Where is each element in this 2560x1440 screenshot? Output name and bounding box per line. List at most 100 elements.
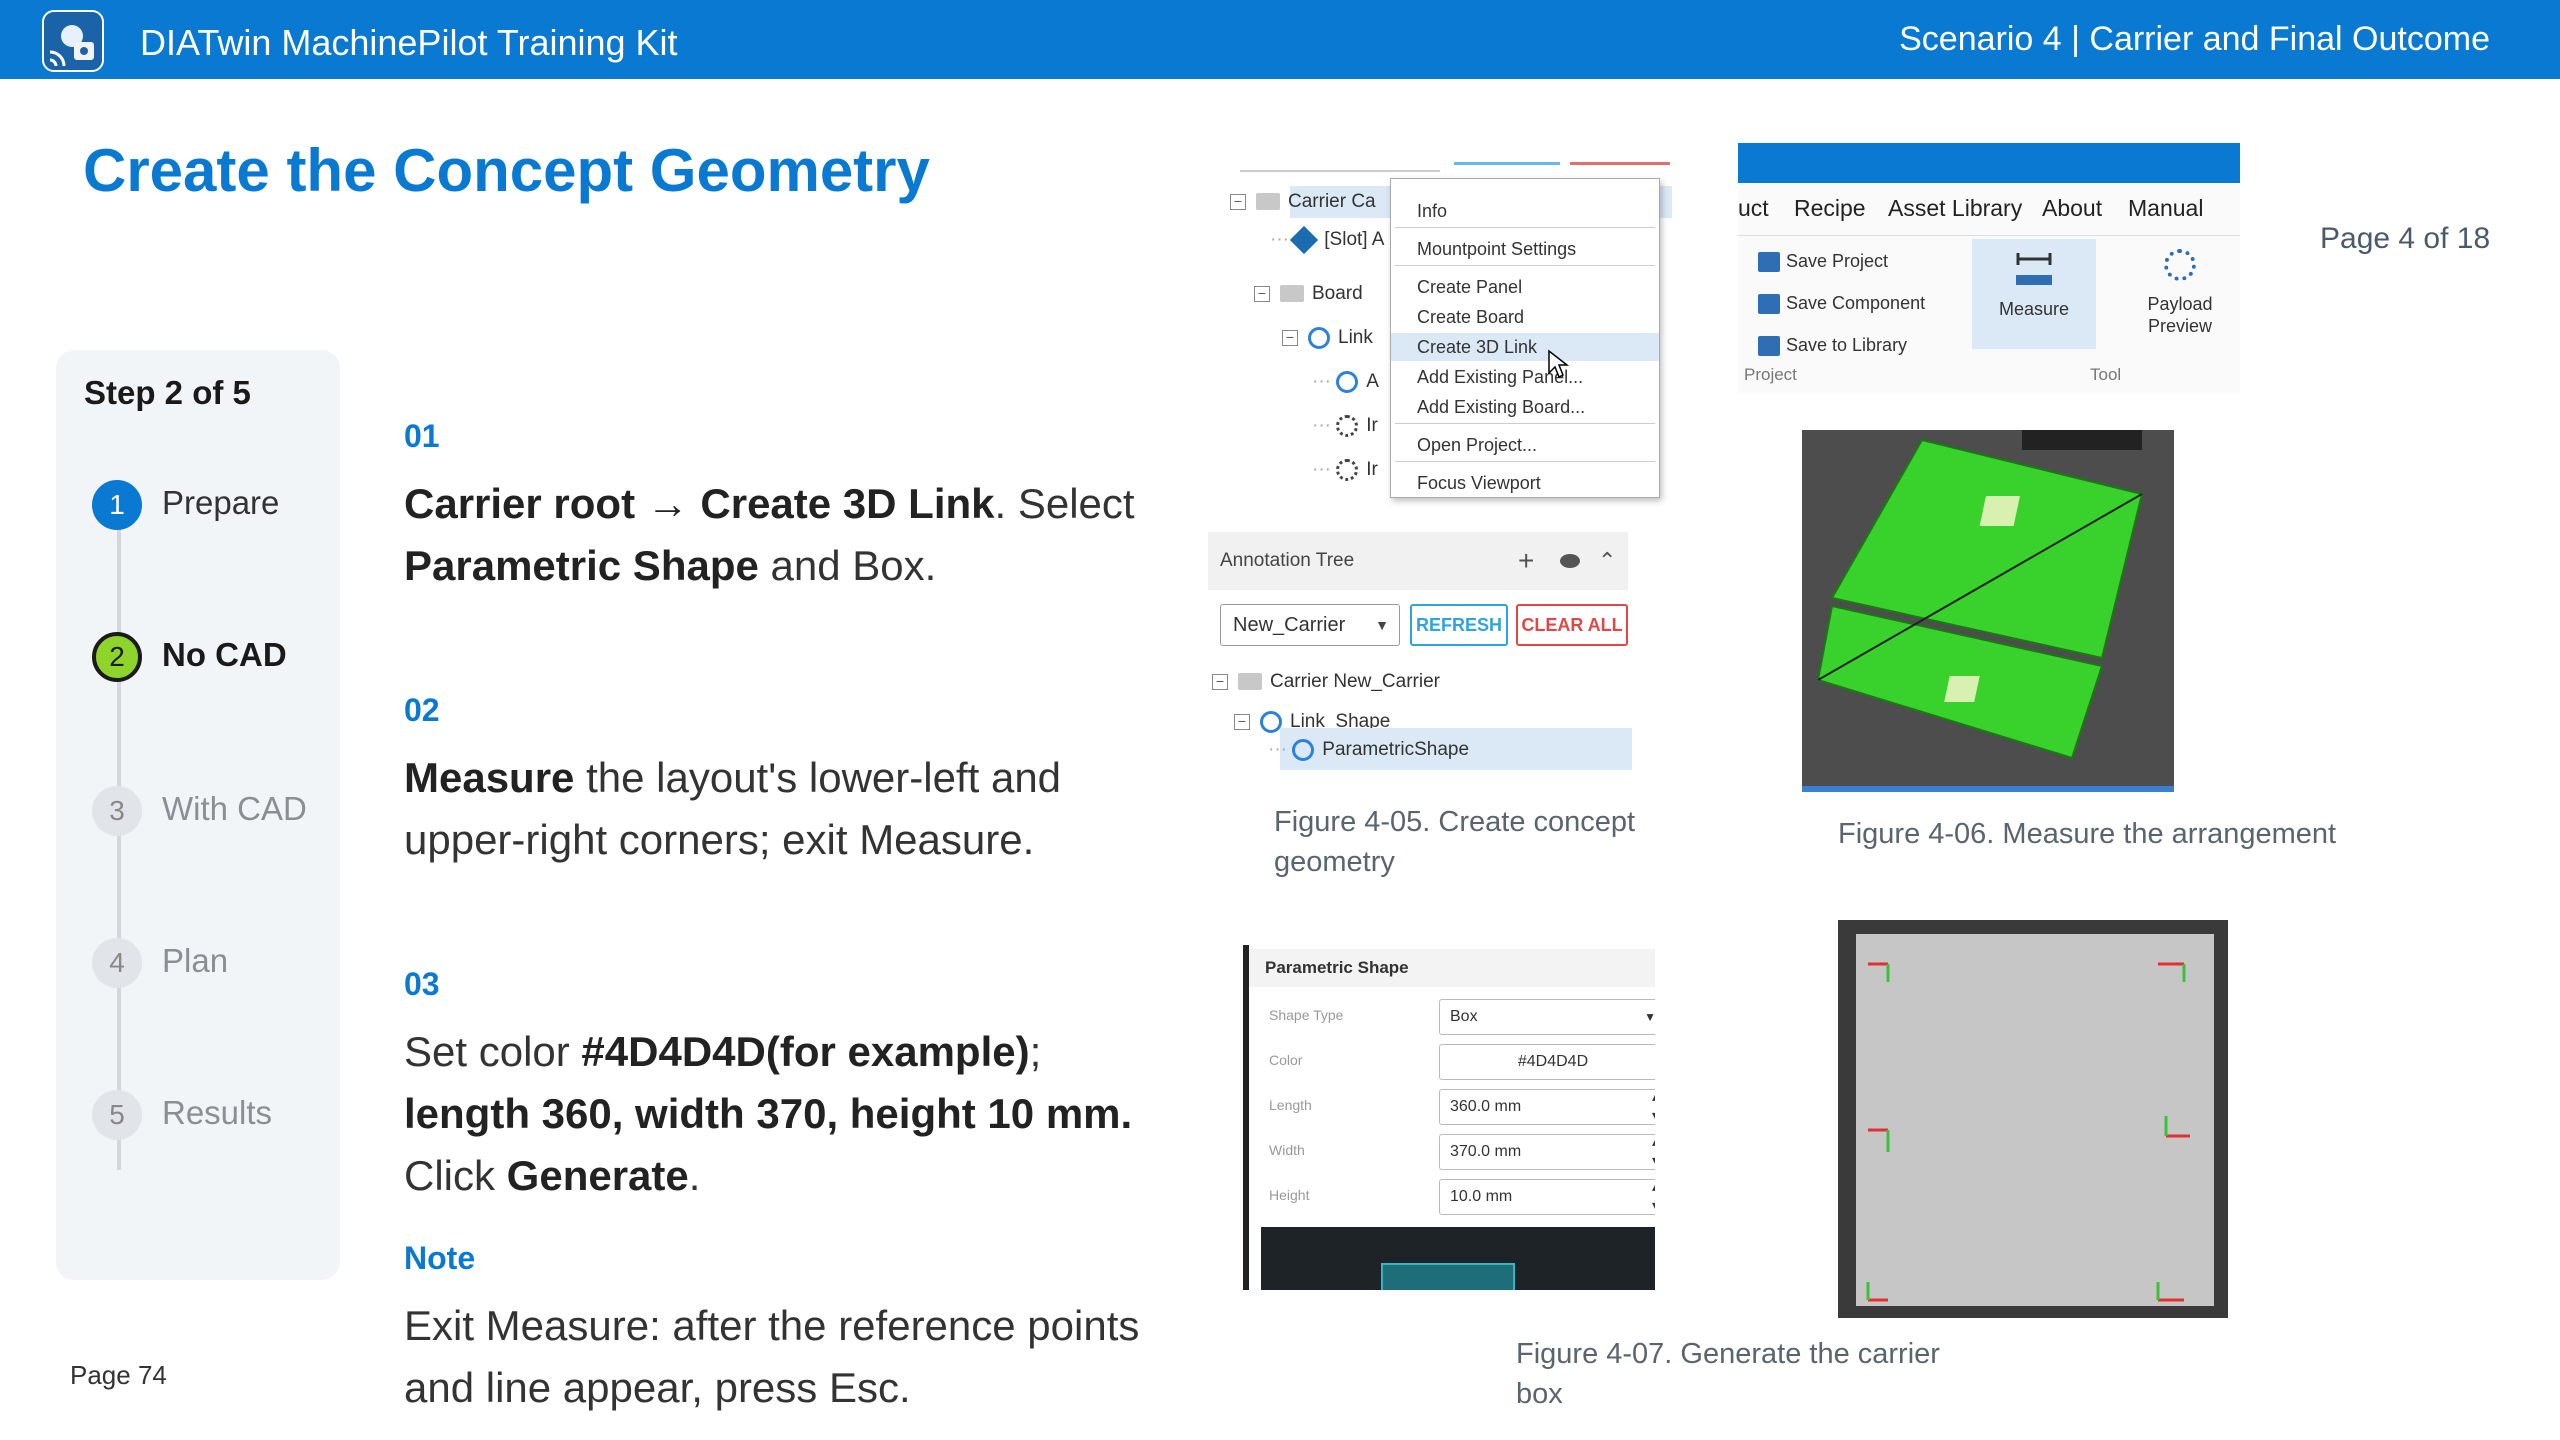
height-input[interactable]: 10.0 mm▴▾: [1439, 1179, 1655, 1215]
note-label: Note: [404, 1240, 476, 1276]
component-icon: [1336, 458, 1359, 481]
instruction-step-01: 01 Carrier root → Create 3D Link. Select…: [404, 418, 1174, 597]
menu-item-add-existing-board[interactable]: Add Existing Board...: [1391, 393, 1659, 421]
step-sidebar: Step 2 of 5 1 Prepare 2 No CAD 3 With CA…: [56, 350, 340, 1280]
step-plan[interactable]: 4 Plan: [92, 938, 332, 994]
header-bar: DIATwin MachinePilot Training Kit Scenar…: [0, 0, 2560, 79]
figure-ribbon-toolbar: uct Recipe Asset Library About Manual Sa…: [1738, 143, 2240, 393]
field-length[interactable]: Length360.0 mm▴▾: [1269, 1089, 1655, 1125]
step-label: Prepare: [162, 484, 280, 521]
group-label-project: Project: [1744, 365, 1797, 384]
stepper-arrows-icon[interactable]: ▴▾: [1652, 1088, 1655, 1124]
menu-item-create-board[interactable]: Create Board: [1391, 303, 1659, 331]
collapse-icon: −: [1282, 329, 1298, 346]
shape-type-select[interactable]: Box ▼: [1439, 999, 1655, 1035]
figure-caption-4-06: Figure 4-06. Measure the arrangement: [1838, 818, 2337, 850]
collapse-icon: −: [1234, 713, 1250, 730]
figure-context-menu: − Carrier Ca ··· [Slot] A − Board − Link ··…: [1210, 150, 1672, 512]
step-label: With CAD: [162, 790, 307, 827]
field-color[interactable]: Color #4D4D4D: [1269, 1044, 1655, 1080]
payload-icon: [2164, 249, 2196, 281]
save-icon: [1758, 294, 1780, 315]
carrier-select[interactable]: New_Carrier ▼: [1220, 604, 1400, 646]
field-shape-type[interactable]: Shape Type Box ▼: [1269, 999, 1655, 1035]
annotation-tree-header: Annotation Tree + ⌃: [1208, 532, 1628, 590]
menu-recipe[interactable]: Recipe: [1794, 195, 1866, 222]
instruction-number: 01: [404, 418, 440, 454]
instruction-step-03: 03 Set color #4D4D4D(for example); lengt…: [404, 966, 1174, 1207]
figure-annotation-tree: Annotation Tree + ⌃ New_Carrier ▼ REFRESH…: [1208, 532, 1632, 790]
panel-title: Parametric Shape: [1249, 949, 1655, 987]
tree-row-a[interactable]: ··· A: [1312, 368, 1379, 396]
menu-item-add-existing-panel[interactable]: Add Existing Panel...: [1391, 363, 1659, 391]
mouse-cursor-icon: [1548, 349, 1569, 379]
save-component-button[interactable]: Save Component: [1758, 293, 1925, 315]
step-prepare[interactable]: 1 Prepare: [92, 480, 332, 536]
instruction-number: 02: [404, 692, 440, 728]
length-input[interactable]: 360.0 mm▴▾: [1439, 1089, 1655, 1125]
refresh-button[interactable]: REFRESH: [1410, 604, 1508, 646]
color-input[interactable]: #4D4D4D: [1439, 1044, 1655, 1080]
cube-icon: [1290, 225, 1319, 255]
menu-item-create-panel[interactable]: Create Panel: [1391, 273, 1659, 301]
menu-product[interactable]: uct: [1738, 195, 1769, 222]
width-input[interactable]: 370.0 mm▴▾: [1439, 1134, 1655, 1170]
app-logo-icon: [42, 10, 104, 72]
link-icon: [1308, 326, 1330, 349]
field-width[interactable]: Width370.0 mm▴▾: [1269, 1134, 1655, 1170]
tree-row-i2[interactable]: ··· Ir: [1312, 456, 1378, 484]
page-footer: Page 74: [70, 1360, 167, 1390]
step-number: 4: [92, 938, 142, 988]
step-label: Plan: [162, 942, 229, 979]
menu-item-info[interactable]: Info: [1391, 197, 1659, 225]
menu-manual[interactable]: Manual: [2128, 195, 2203, 222]
instruction-note: Note Exit Measure: after the reference p…: [404, 1240, 1174, 1419]
step-with-cad[interactable]: 3 With CAD: [92, 786, 332, 842]
menu-about[interactable]: About: [2042, 195, 2102, 222]
add-icon[interactable]: +: [1518, 532, 1534, 590]
figure-caption-4-07: Figure 4-07. Generate the carrier box: [1516, 1338, 1940, 1410]
instruction-text: Measure the layout's lower-left and uppe…: [404, 754, 1062, 863]
payload-preview-button[interactable]: Payload Preview: [2130, 239, 2230, 349]
shape-icon: [1292, 738, 1315, 761]
note-text: Exit Measure: after the reference points…: [404, 1302, 1140, 1411]
tree-row-slot[interactable]: ··· [Slot] A: [1270, 225, 1384, 255]
step-label: No CAD: [162, 636, 287, 673]
step-number: 5: [92, 1090, 142, 1140]
chevron-down-icon: ▼: [1375, 617, 1389, 633]
menu-item-focus-viewport[interactable]: Focus Viewport: [1391, 469, 1659, 497]
step-number: 3: [92, 786, 142, 836]
step-results[interactable]: 5 Results: [92, 1090, 332, 1146]
tree-row-board[interactable]: − Board: [1254, 280, 1363, 308]
step-no-cad[interactable]: 2 No CAD: [92, 632, 332, 688]
tree-row-carrier[interactable]: − Carrier Ca: [1230, 188, 1376, 216]
tree-row-i1[interactable]: ··· Ir: [1312, 412, 1378, 440]
menu-asset-library[interactable]: Asset Library: [1888, 195, 2022, 222]
tree-row-link[interactable]: − Link: [1282, 324, 1373, 352]
menu-item-open-project[interactable]: Open Project...: [1391, 431, 1659, 459]
figure-caption-4-05: Figure 4-05. Create concept geometry: [1274, 806, 1636, 878]
page-title: Create the Concept Geometry: [83, 137, 930, 204]
chevron-up-icon[interactable]: ⌃: [1598, 532, 1616, 590]
carrier-box-topview: [1838, 920, 2228, 1318]
save-to-library-button[interactable]: Save to Library: [1758, 335, 1907, 357]
annotation-row-carrier[interactable]: − Carrier New_Carrier: [1212, 668, 1440, 696]
instruction-step-02: 02 Measure the layout's lower-left and u…: [404, 692, 1174, 871]
menu-item-mountpoint-settings[interactable]: Mountpoint Settings: [1391, 235, 1659, 263]
stepper-arrows-icon[interactable]: ▴▾: [1652, 1178, 1655, 1214]
menu-item-create-3d-link[interactable]: Create 3D Link: [1391, 333, 1659, 361]
eye-icon[interactable]: [1560, 554, 1580, 568]
component-icon: [1336, 414, 1359, 437]
stepper-arrows-icon[interactable]: ▴▾: [1652, 1133, 1655, 1169]
figure-carrier-box: [1838, 920, 2228, 1318]
figure-parametric-panel: Parametric Shape Shape Type Box ▼ Color #4D…: [1243, 945, 1655, 1290]
clear-all-button[interactable]: CLEAR ALL: [1516, 604, 1628, 646]
measure-button[interactable]: Measure: [1972, 239, 2096, 349]
link-icon: [1260, 710, 1282, 733]
annotation-row-parametric-shape[interactable]: ··· ParametricShape: [1268, 736, 1469, 764]
step-heading: Step 2 of 5: [84, 374, 251, 411]
save-project-button[interactable]: Save Project: [1758, 251, 1888, 273]
scenario-label: Scenario 4 | Carrier and Final Outcome: [1899, 20, 2490, 58]
instruction-text: Carrier root → Create 3D Link. Select Pa…: [404, 480, 1135, 589]
field-height[interactable]: Height10.0 mm▴▾: [1269, 1179, 1655, 1215]
